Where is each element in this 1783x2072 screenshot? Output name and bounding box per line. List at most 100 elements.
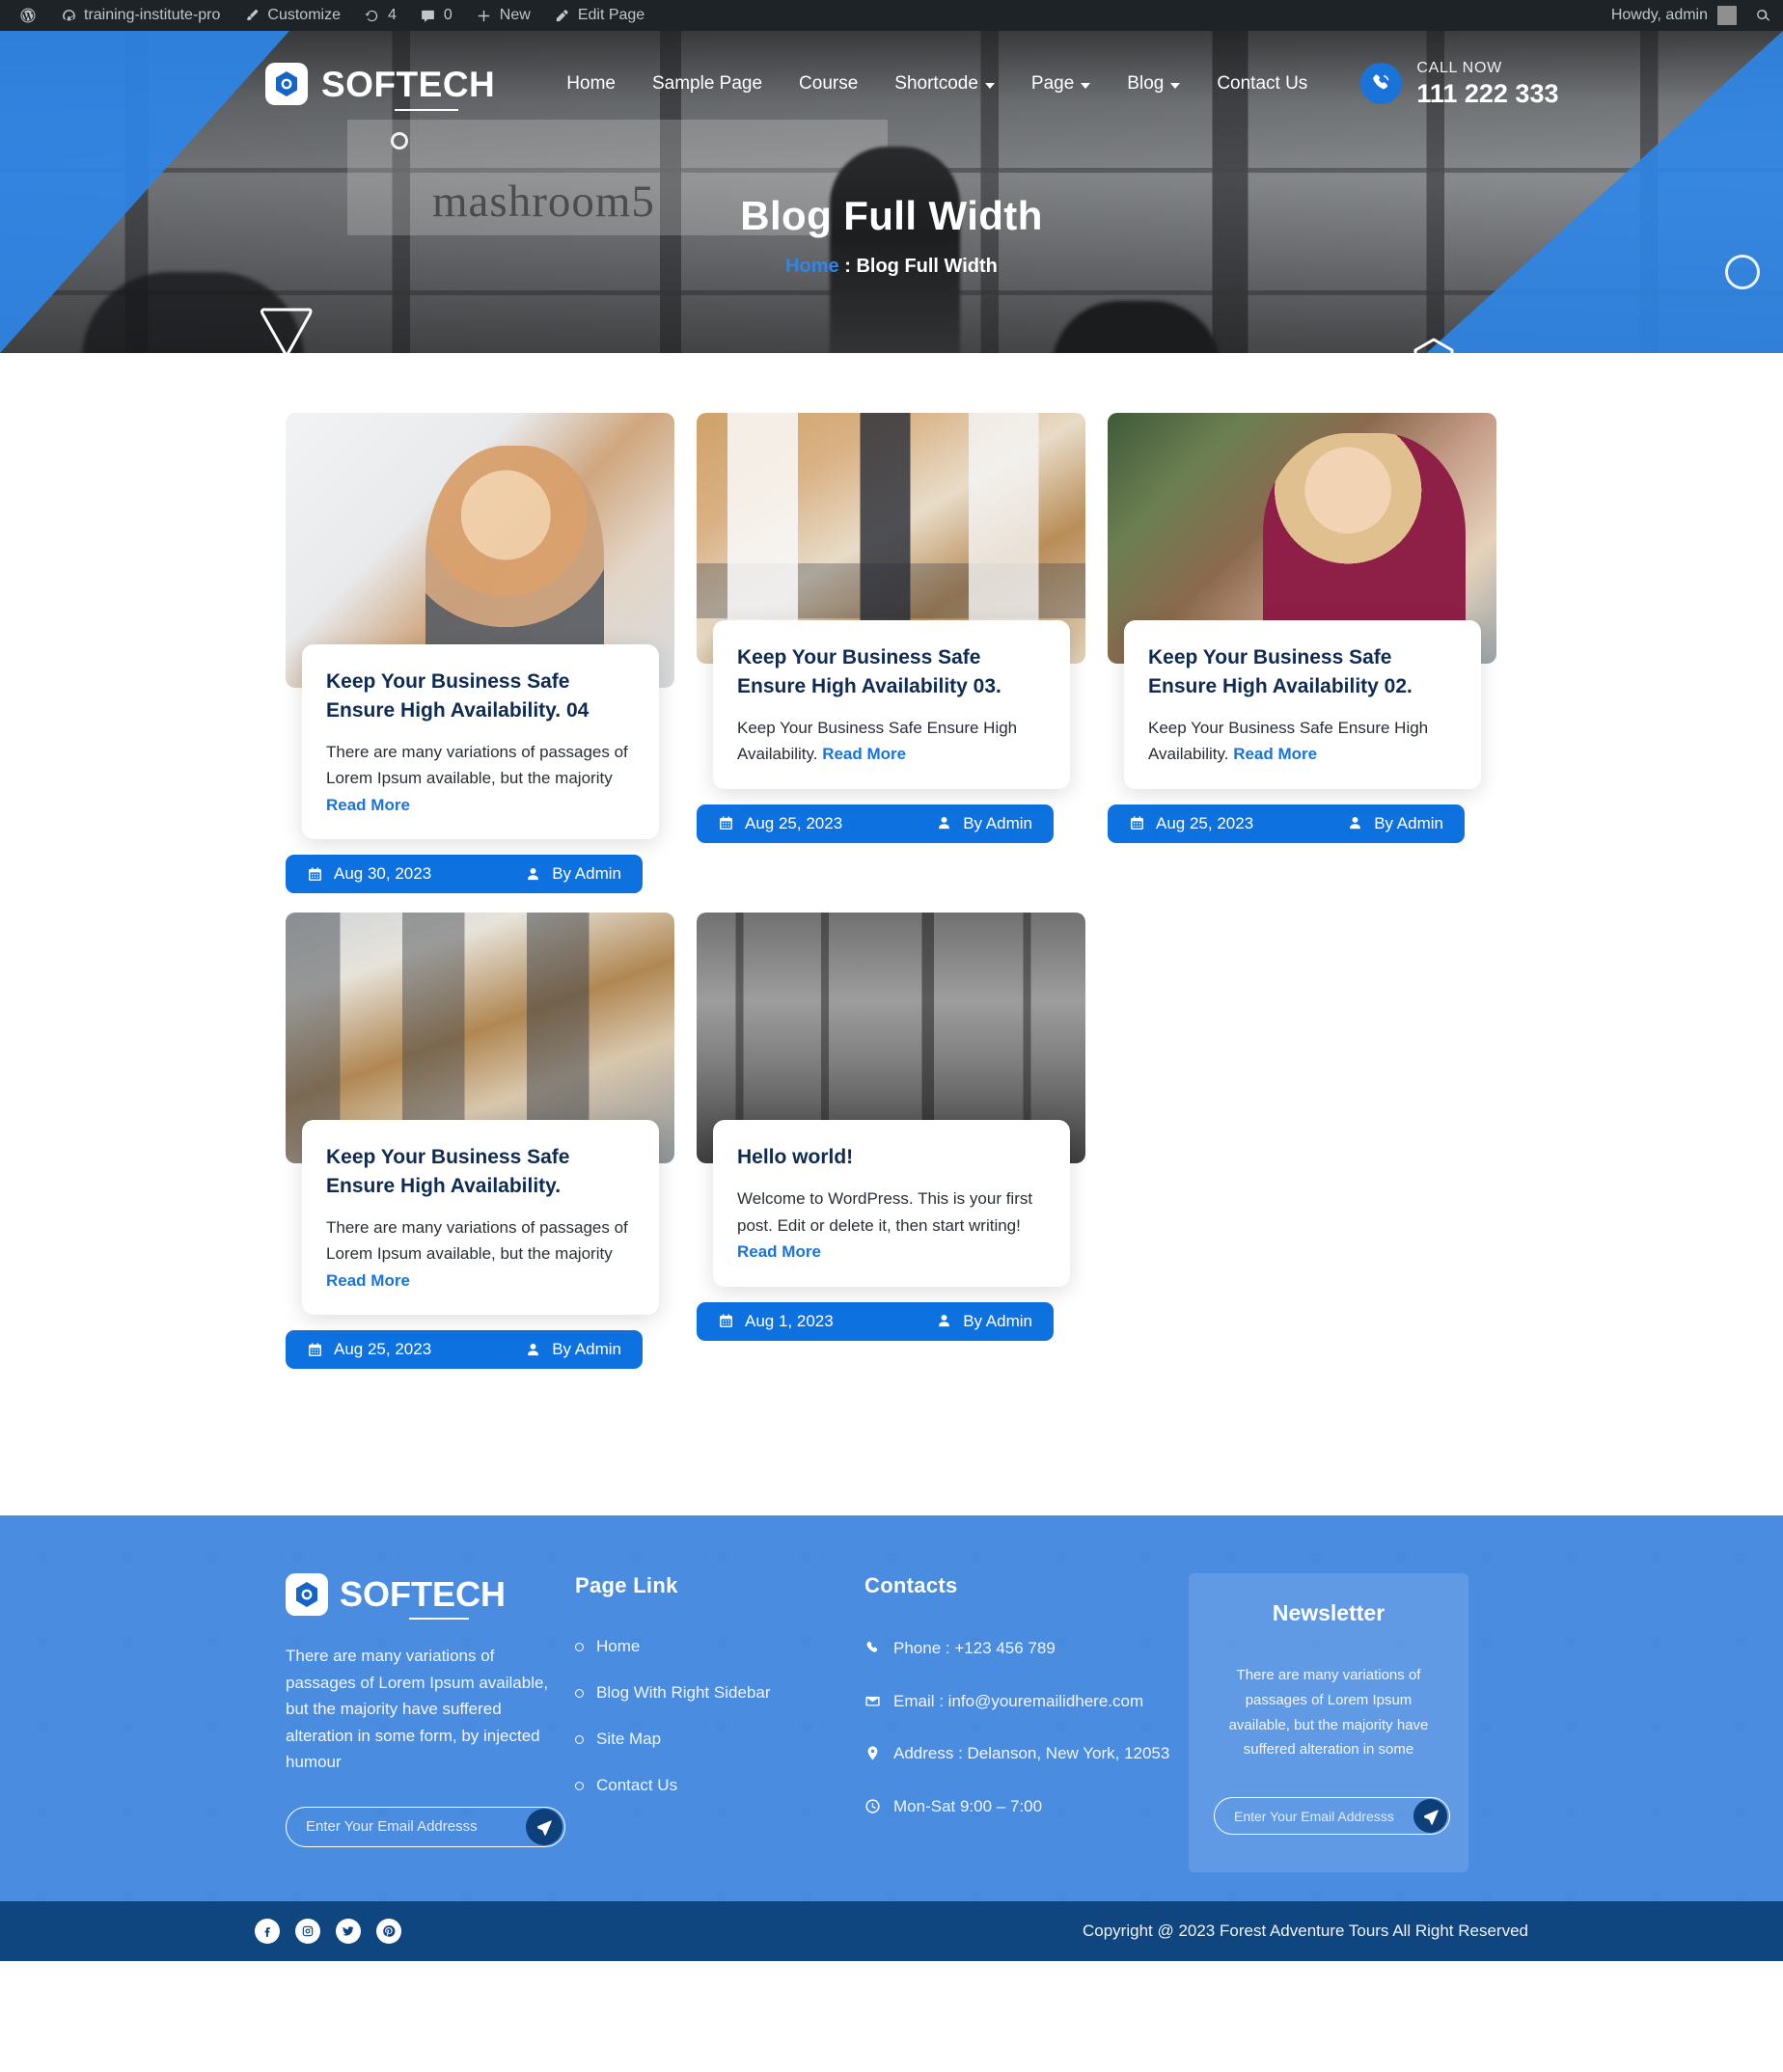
chevron-down-icon [1081,82,1091,89]
post-author: By Admin [1347,814,1443,833]
avatar[interactable] [1717,6,1737,25]
read-more-link[interactable]: Read More [822,745,906,763]
footer-logo[interactable]: SOFTECH [286,1573,556,1620]
post-body: Keep Your Business Safe Ensure High Avai… [713,620,1070,789]
post-author-label: By Admin [963,813,1032,832]
post-excerpt-text: There are many variations of passages of… [326,742,628,788]
copyright-text: Copyright @ 2023 Forest Adventure Tours … [1082,1922,1528,1940]
post-card[interactable]: Keep Your Business Safe Ensure High Avai… [286,413,674,894]
post-date: Aug 25, 2023 [1129,814,1253,833]
newsletter-send-button[interactable] [1413,1799,1447,1834]
post-date: Aug 25, 2023 [718,814,842,833]
footer-link-home[interactable]: Home [575,1637,864,1656]
social-twitter[interactable] [336,1919,361,1944]
site-name-menu[interactable]: training-institute-pro [48,0,232,31]
customize-label: Customize [267,7,341,23]
copyright-wrap: Copyright @ 2023 Forest Adventure Tours … [255,1919,1528,1944]
social-facebook[interactable] [255,1919,280,1944]
send-button[interactable] [526,1808,562,1845]
chevron-down-icon [984,82,995,89]
email-input[interactable] [306,1818,513,1836]
site-logo[interactable]: SOFTECH [265,63,496,111]
footer-about-column: SOFTECH There are many variations of pas… [286,1573,575,1872]
post-title[interactable]: Keep Your Business Safe Ensure High Avai… [326,668,635,725]
social-pinterest[interactable] [376,1919,401,1944]
edit-page-label: Edit Page [577,7,645,23]
site-header: SOFTECH Home Sample Page Course Shortcod… [0,31,1783,137]
post-grid: Keep Your Business Safe Ensure High Avai… [286,413,1497,1388]
circle-bullet-icon [575,1781,584,1790]
contact-phone[interactable]: Phone : +123 456 789 [864,1637,1173,1661]
call-now-block[interactable]: CALL NOW 111 222 333 [1360,59,1558,109]
read-more-link[interactable]: Read More [326,1271,410,1290]
post-author: By Admin [936,1312,1032,1331]
footer-pagelink-heading: Page Link [575,1573,678,1597]
post-title[interactable]: Keep Your Business Safe Ensure High Avai… [737,643,1046,701]
calendar-icon [309,867,321,881]
contact-hours: Mon-Sat 9:00 – 7:00 [864,1795,1173,1819]
post-card[interactable]: Keep Your Business Safe Ensure High Avai… [1108,413,1496,893]
admin-bar-left: training-institute-pro Customize 4 0 New [0,0,656,31]
post-card[interactable]: Keep Your Business Safe Ensure High Avai… [697,413,1085,893]
post-card[interactable]: Hello world! Welcome to WordPress. This … [697,913,1085,1369]
wordpress-logo-button[interactable] [8,0,48,31]
edit-page-button[interactable]: Edit Page [542,0,656,31]
newsletter-text: There are many variations of passages of… [1228,1667,1429,1758]
contact-address[interactable]: Address : Delanson, New York, 12053 [864,1742,1173,1766]
nav-item-contact-us[interactable]: Contact Us [1198,73,1326,95]
footer-brand-name: SOFTECH [340,1574,507,1620]
wordpress-logo-icon [19,7,37,24]
footer-link-blog-right-sidebar[interactable]: Blog With Right Sidebar [575,1683,864,1703]
search-icon[interactable] [1754,7,1771,24]
read-more-link[interactable]: Read More [737,1242,821,1261]
contact-email[interactable]: Email : info@youremailidhere.com [864,1690,1173,1714]
post-meta: Aug 30, 2023 By Admin [286,855,643,894]
map-pin-icon [867,1746,878,1760]
nav-label: Home [566,73,616,94]
newsletter-email-input[interactable] [1234,1808,1403,1824]
read-more-link[interactable]: Read More [326,796,410,814]
post-author-label: By Admin [552,1340,621,1359]
footer-link-label: Home [596,1637,641,1655]
post-excerpt: Welcome to WordPress. This is your first… [737,1186,1046,1266]
facebook-icon [264,1927,270,1937]
nav-item-page[interactable]: Page [1013,73,1109,95]
post-title[interactable]: Keep Your Business Safe Ensure High Avai… [326,1143,635,1201]
howdy-label[interactable]: Howdy, admin [1611,7,1708,24]
new-content-button[interactable]: New [464,0,542,31]
chevron-down-icon [1170,82,1181,89]
post-title[interactable]: Keep Your Business Safe Ensure High Avai… [1148,643,1457,701]
post-body: Keep Your Business Safe Ensure High Avai… [1124,620,1481,789]
social-instagram[interactable] [295,1919,320,1944]
breadcrumb-current: Blog Full Width [856,256,998,277]
customize-button[interactable]: Customize [232,0,352,31]
post-author: By Admin [525,864,621,884]
comments-button[interactable]: 0 [408,0,464,31]
pencil-icon [554,7,571,24]
breadcrumb-home-link[interactable]: Home [785,256,839,277]
nav-item-blog[interactable]: Blog [1109,73,1198,95]
site-brand-name: SOFTECH [321,64,496,111]
nav-item-course[interactable]: Course [781,73,876,95]
hero-person-silhouette [830,147,960,353]
updates-button[interactable]: 4 [352,0,408,31]
nav-label: Sample Page [651,73,763,94]
call-now-label: CALL NOW [1416,59,1502,76]
post-date: Aug 25, 2023 [307,1340,431,1359]
nav-item-sample-page[interactable]: Sample Page [634,73,781,95]
footer-contacts-column: Contacts Phone : +123 456 789 Email : in… [864,1573,1173,1872]
read-more-link[interactable]: Read More [1233,745,1317,763]
footer-link-contact-us[interactable]: Contact Us [575,1776,864,1795]
footer-newsletter-column: Newsletter There are many variations of … [1189,1573,1468,1872]
user-icon [528,867,538,880]
contact-email-text: Email : info@youremailidhere.com [893,1691,1144,1710]
post-card[interactable]: Keep Your Business Safe Ensure High Avai… [286,913,674,1370]
post-title[interactable]: Hello world! [737,1143,1046,1172]
nav-item-shortcode[interactable]: Shortcode [876,73,1013,95]
post-date: Aug 1, 2023 [718,1312,834,1331]
nav-item-home[interactable]: Home [548,73,634,95]
footer-link-site-map[interactable]: Site Map [575,1730,864,1749]
softech-logo-icon [265,63,308,105]
main-navigation: Home Sample Page Course Shortcode Page B… [548,73,1326,95]
contact-phone-text: Phone : +123 456 789 [893,1639,1056,1657]
